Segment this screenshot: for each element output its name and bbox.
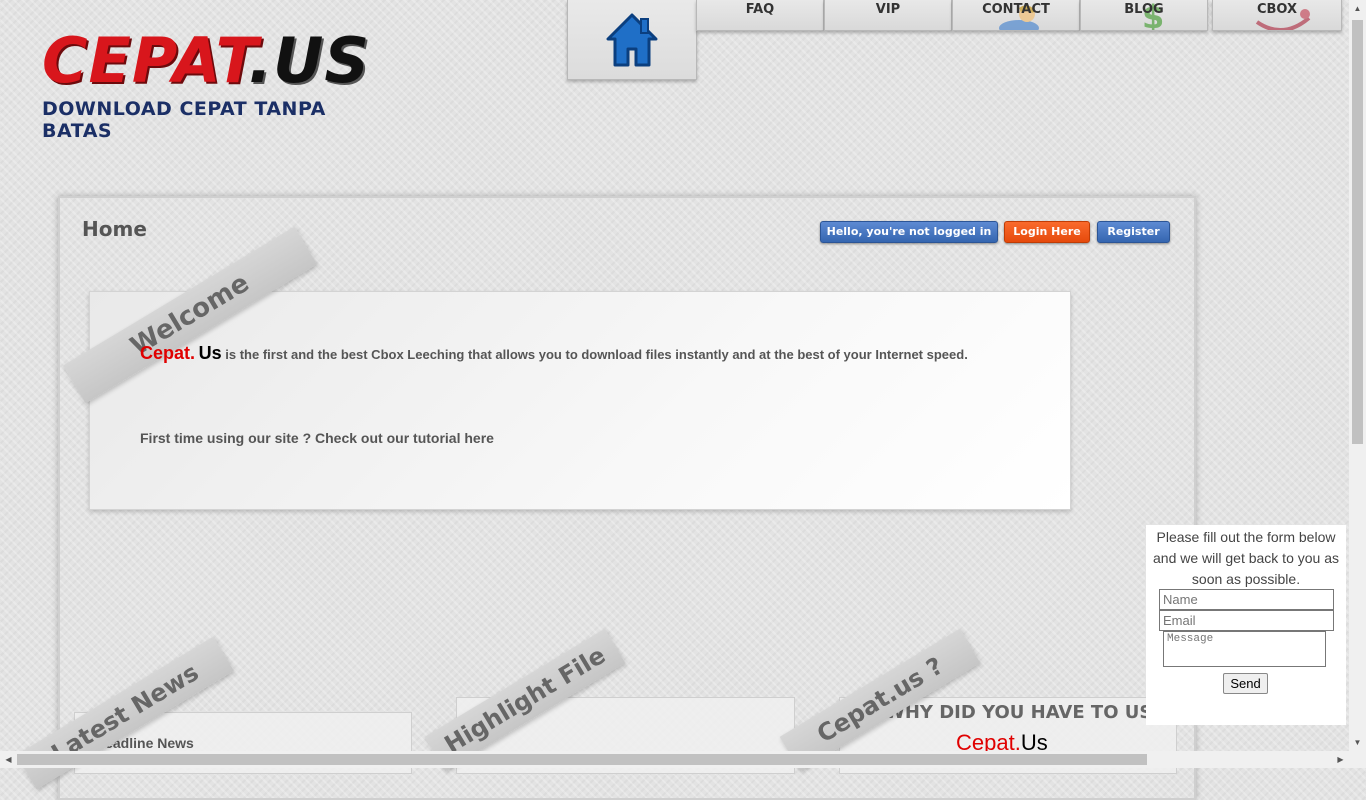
intro-text: is the first and the best Cbox Leeching …	[221, 347, 968, 362]
scroll-up-icon[interactable]: ▲	[1349, 0, 1366, 17]
contact-form-message: Please fill out the form below and we wi…	[1153, 529, 1339, 587]
nav-home-button[interactable]	[567, 0, 697, 80]
home-icon	[606, 13, 658, 66]
site-logo[interactable]: CEPAT.US DOWNLOAD CEPAT TANPA BATAS	[38, 24, 370, 142]
welcome-intro: Cepat. Us is the first and the best Cbox…	[140, 342, 1040, 366]
contact-name-input[interactable]	[1159, 589, 1334, 610]
nav-vip-label: VIP	[875, 2, 901, 17]
contact-message-textarea[interactable]	[1163, 631, 1326, 667]
login-status-button[interactable]: Hello, you're not logged in	[820, 221, 998, 243]
horizontal-scroll-thumb[interactable]	[17, 754, 1147, 765]
page-title: Home	[82, 217, 147, 241]
logo-wordmark: CEPAT.US	[42, 24, 370, 97]
logo-tagline: DOWNLOAD CEPAT TANPA BATAS	[42, 98, 326, 142]
brand-black-text: Us	[198, 343, 222, 363]
welcome-box	[89, 291, 1071, 510]
nav-blog[interactable]: $ BLOG	[1080, 0, 1208, 31]
nav-vip[interactable]: VIP	[824, 0, 952, 31]
login-button[interactable]: Login Here	[1004, 221, 1090, 243]
horizontal-scrollbar[interactable]: ◀ ▶	[0, 751, 1349, 768]
why-heading: WHY DID YOU HAVE TO USE	[885, 702, 1165, 723]
contact-email-input[interactable]	[1159, 610, 1334, 631]
nav-cbox-label: CBOX	[1256, 2, 1298, 17]
vertical-scrollbar[interactable]: ▲ ▼	[1349, 0, 1366, 768]
contact-send-button[interactable]: Send	[1223, 673, 1268, 694]
nav-contact[interactable]: CONTACT	[952, 0, 1080, 31]
nav-contact-label: CONTACT	[982, 2, 1050, 17]
tutorial-link[interactable]: First time using our site ? Check out ou…	[140, 430, 494, 446]
scroll-right-icon[interactable]: ▶	[1332, 751, 1349, 768]
contact-form: Please fill out the form below and we wi…	[1146, 525, 1346, 725]
nav-cbox[interactable]: CBOX	[1212, 0, 1342, 31]
nav-faq-label: FAQ	[745, 2, 775, 17]
scroll-down-icon[interactable]: ▼	[1349, 734, 1366, 751]
nav-blog-label: BLOG	[1124, 2, 1164, 17]
vertical-scroll-thumb[interactable]	[1352, 20, 1363, 444]
nav-faq[interactable]: FAQ	[696, 0, 824, 31]
brand-red-text: Cepat.	[140, 343, 196, 363]
scroll-left-icon[interactable]: ◀	[0, 751, 17, 768]
register-button[interactable]: Register	[1097, 221, 1170, 243]
